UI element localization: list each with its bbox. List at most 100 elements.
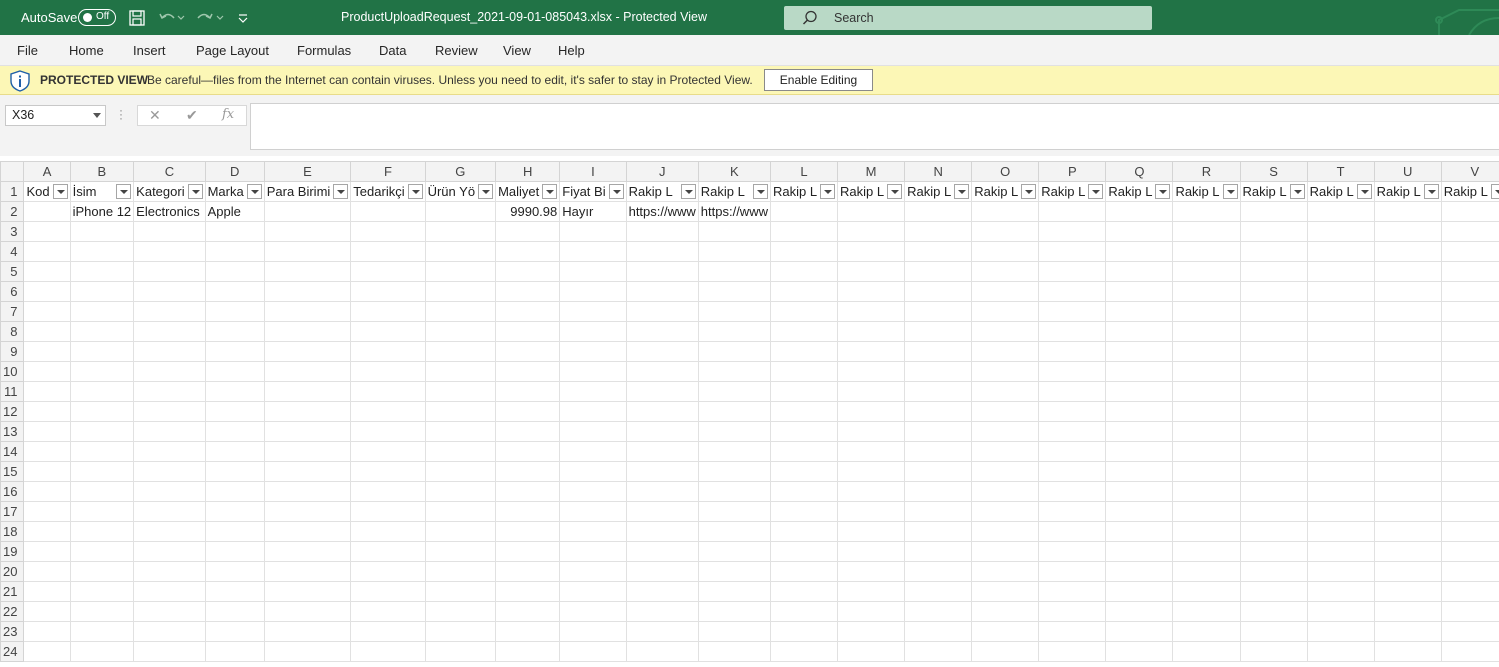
cell[interactable]	[1373, 441, 1442, 462]
formula-bar-grip-icon[interactable]: · · ·	[119, 104, 123, 124]
cell[interactable]	[1440, 281, 1499, 302]
cell[interactable]	[559, 441, 627, 462]
header-cell[interactable]: Kategori	[133, 181, 206, 202]
cell[interactable]	[204, 481, 265, 502]
cell[interactable]	[971, 521, 1040, 542]
cell[interactable]	[1440, 601, 1499, 622]
cell[interactable]	[204, 541, 265, 562]
cell[interactable]	[495, 621, 561, 642]
cell[interactable]	[133, 341, 206, 362]
cell[interactable]	[904, 461, 973, 482]
cell[interactable]	[1172, 481, 1241, 502]
row-header[interactable]: 17	[0, 501, 25, 522]
cell[interactable]	[769, 381, 839, 402]
row-header[interactable]: 18	[0, 521, 25, 542]
cell[interactable]	[1105, 401, 1174, 422]
cell[interactable]	[1306, 441, 1375, 462]
cell[interactable]	[1038, 441, 1107, 462]
cell[interactable]	[1239, 241, 1308, 262]
cell[interactable]	[69, 561, 135, 582]
tab-review[interactable]: Review	[435, 43, 478, 58]
cell[interactable]	[133, 601, 206, 622]
cell[interactable]	[1373, 641, 1442, 662]
cell[interactable]	[204, 501, 265, 522]
cell[interactable]	[1373, 361, 1442, 382]
header-cell[interactable]: Rakip L	[1172, 181, 1241, 202]
filter-dropdown-icon[interactable]	[608, 184, 624, 199]
cell[interactable]	[1306, 381, 1375, 402]
save-icon[interactable]	[128, 9, 146, 27]
cell[interactable]	[424, 461, 497, 482]
cell[interactable]	[1038, 321, 1107, 342]
cell[interactable]	[1172, 361, 1241, 382]
cell[interactable]	[1306, 541, 1375, 562]
cell[interactable]	[837, 581, 906, 602]
cell[interactable]	[204, 281, 265, 302]
cell[interactable]: Apple	[204, 201, 265, 222]
header-cell[interactable]: Tedarikçi	[350, 181, 426, 202]
cell[interactable]	[1440, 221, 1499, 242]
cell[interactable]	[69, 321, 135, 342]
cell[interactable]	[263, 581, 352, 602]
cell[interactable]	[263, 501, 352, 522]
cell[interactable]	[1440, 481, 1499, 502]
cell[interactable]	[837, 541, 906, 562]
cell[interactable]	[559, 221, 627, 242]
cell[interactable]	[1440, 621, 1499, 642]
cell[interactable]	[625, 241, 699, 262]
row-header[interactable]: 1	[0, 181, 25, 202]
filter-dropdown-icon[interactable]	[954, 184, 970, 199]
row-header[interactable]: 6	[0, 281, 25, 302]
cell[interactable]	[904, 421, 973, 442]
cell[interactable]	[1105, 641, 1174, 662]
header-cell[interactable]: Rakip L	[1373, 181, 1442, 202]
cell[interactable]	[1172, 321, 1241, 342]
column-header-i[interactable]: I	[559, 161, 627, 182]
filter-dropdown-icon[interactable]	[1356, 184, 1372, 199]
filter-dropdown-icon[interactable]	[1423, 184, 1439, 199]
cell[interactable]	[904, 481, 973, 502]
cell[interactable]	[1306, 421, 1375, 442]
cell[interactable]	[1373, 521, 1442, 542]
cell[interactable]	[769, 361, 839, 382]
cell[interactable]	[495, 421, 561, 442]
cell[interactable]	[1172, 601, 1241, 622]
cell[interactable]	[204, 221, 265, 242]
cell[interactable]	[1239, 201, 1308, 222]
filter-dropdown-icon[interactable]	[1021, 184, 1037, 199]
header-cell[interactable]: Rakip L	[1239, 181, 1308, 202]
search-box[interactable]: Search	[784, 6, 1152, 30]
cell[interactable]	[204, 301, 265, 322]
cell[interactable]	[971, 281, 1040, 302]
cell[interactable]	[23, 321, 71, 342]
filter-dropdown-icon[interactable]	[187, 184, 203, 199]
cell[interactable]	[23, 521, 71, 542]
row-header[interactable]: 16	[0, 481, 25, 502]
header-cell[interactable]: Rakip L	[697, 181, 771, 202]
cell[interactable]	[1105, 421, 1174, 442]
cell[interactable]	[1306, 201, 1375, 222]
tab-home[interactable]: Home	[69, 43, 104, 58]
cell[interactable]	[424, 561, 497, 582]
cell[interactable]	[204, 321, 265, 342]
cell[interactable]	[904, 641, 973, 662]
cell[interactable]	[559, 461, 627, 482]
cell[interactable]	[1306, 481, 1375, 502]
cell[interactable]	[904, 261, 973, 282]
cell[interactable]	[1239, 521, 1308, 542]
cell[interactable]	[1373, 241, 1442, 262]
cell[interactable]	[495, 521, 561, 542]
cell[interactable]	[204, 401, 265, 422]
cell[interactable]	[1038, 561, 1107, 582]
cell[interactable]	[625, 261, 699, 282]
cell[interactable]	[133, 521, 206, 542]
header-cell[interactable]: Rakip L	[1105, 181, 1174, 202]
cell[interactable]	[697, 421, 771, 442]
cell[interactable]	[23, 401, 71, 422]
row-header[interactable]: 15	[0, 461, 25, 482]
column-header-r[interactable]: R	[1172, 161, 1241, 182]
cell[interactable]	[69, 621, 135, 642]
filter-dropdown-icon[interactable]	[752, 184, 768, 199]
cell[interactable]	[23, 561, 71, 582]
cell[interactable]	[1373, 601, 1442, 622]
